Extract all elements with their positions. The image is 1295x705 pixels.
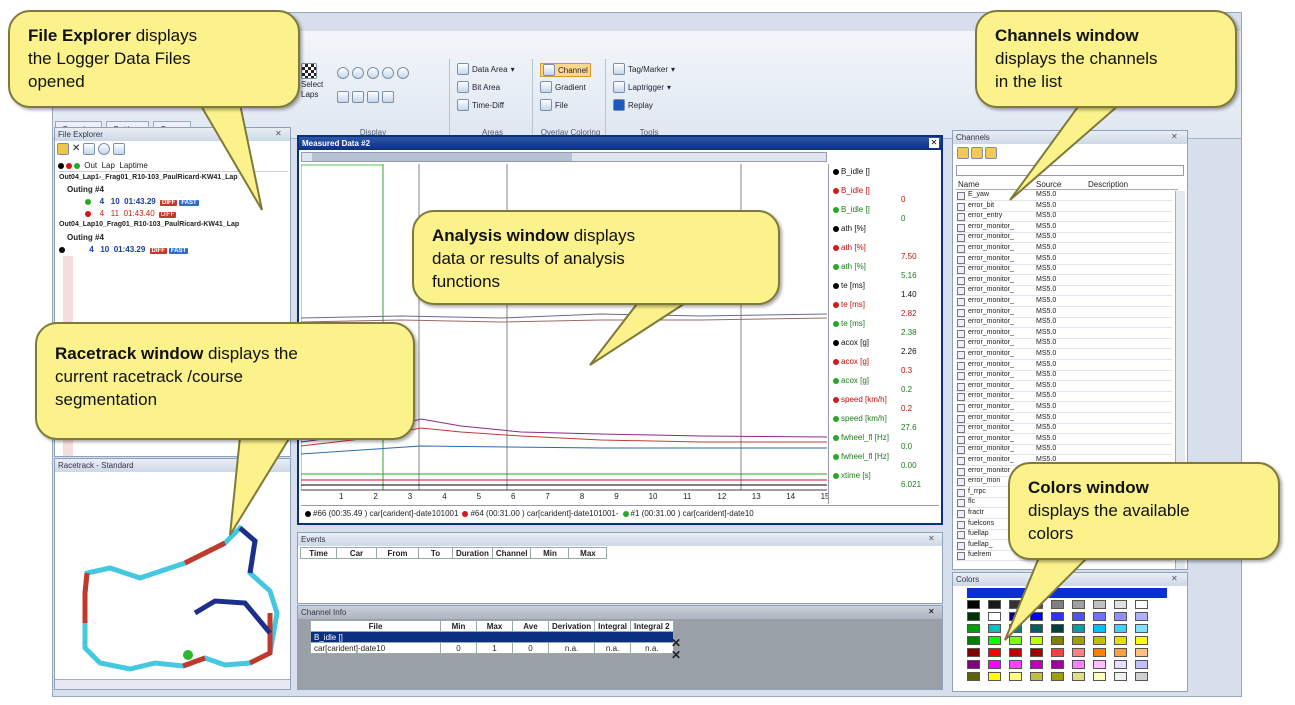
callout-title: Analysis window: [432, 226, 569, 245]
callout-text: the Logger Data Files: [28, 49, 191, 68]
callout-text: segmentation: [55, 390, 158, 409]
channels-callout: Channels window displays the channels in…: [975, 10, 1237, 108]
callout-title: Channels window: [995, 26, 1139, 45]
callout-text: current racetrack /course: [55, 367, 244, 386]
callout-text: functions: [432, 272, 501, 291]
callout-title: Racetrack window: [55, 344, 204, 363]
callout-text: data or results of analysis: [432, 249, 625, 268]
analysis-callout: Analysis window displays data or results…: [412, 210, 780, 305]
callout-title: File Explorer: [28, 26, 131, 45]
file-explorer-callout: File Explorer displays the Logger Data F…: [8, 10, 300, 108]
callout-text: displays the available: [1028, 501, 1190, 520]
racetrack-callout: Racetrack window displays the current ra…: [35, 322, 415, 440]
callout-text: displays: [130, 26, 198, 45]
callout-title: Colors window: [1028, 478, 1149, 497]
callout-text: displays the: [203, 344, 298, 363]
callout-text: colors: [1028, 524, 1074, 543]
colors-callout: Colors window displays the available col…: [1008, 462, 1280, 560]
callout-text: displays: [568, 226, 636, 245]
callout-text: opened: [28, 72, 85, 91]
callout-text: displays the channels: [995, 49, 1158, 68]
callout-text: in the list: [995, 72, 1063, 91]
